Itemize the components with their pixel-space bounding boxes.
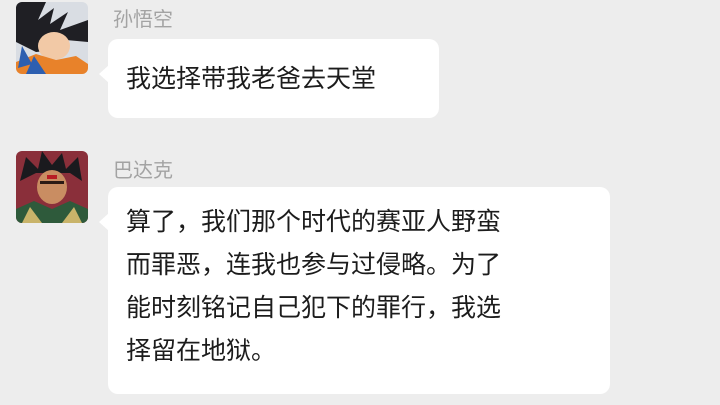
bardock-avatar[interactable] — [16, 151, 88, 223]
message-text-line: 能时刻铭记自己犯下的罪行，我选 — [126, 293, 502, 322]
message-text: 我选择带我老爸去天堂 — [126, 64, 377, 93]
sender-name: 孙悟空 — [113, 7, 173, 31]
message-text-line: 择留在地狱。 — [126, 336, 277, 365]
message-bubble[interactable]: 算了，我们那个时代的赛亚人野蛮 而罪恶，连我也参与过侵略。为了 能时刻铭记自己犯… — [99, 187, 610, 394]
message-bubble[interactable]: 我选择带我老爸去天堂 — [99, 39, 439, 118]
message-text-line: 而罪恶，连我也参与过侵略。为了 — [126, 250, 502, 279]
message-text-line: 算了，我们那个时代的赛亚人野蛮 — [126, 207, 502, 236]
goku-avatar[interactable] — [16, 2, 88, 74]
sender-name: 巴达克 — [113, 158, 173, 182]
